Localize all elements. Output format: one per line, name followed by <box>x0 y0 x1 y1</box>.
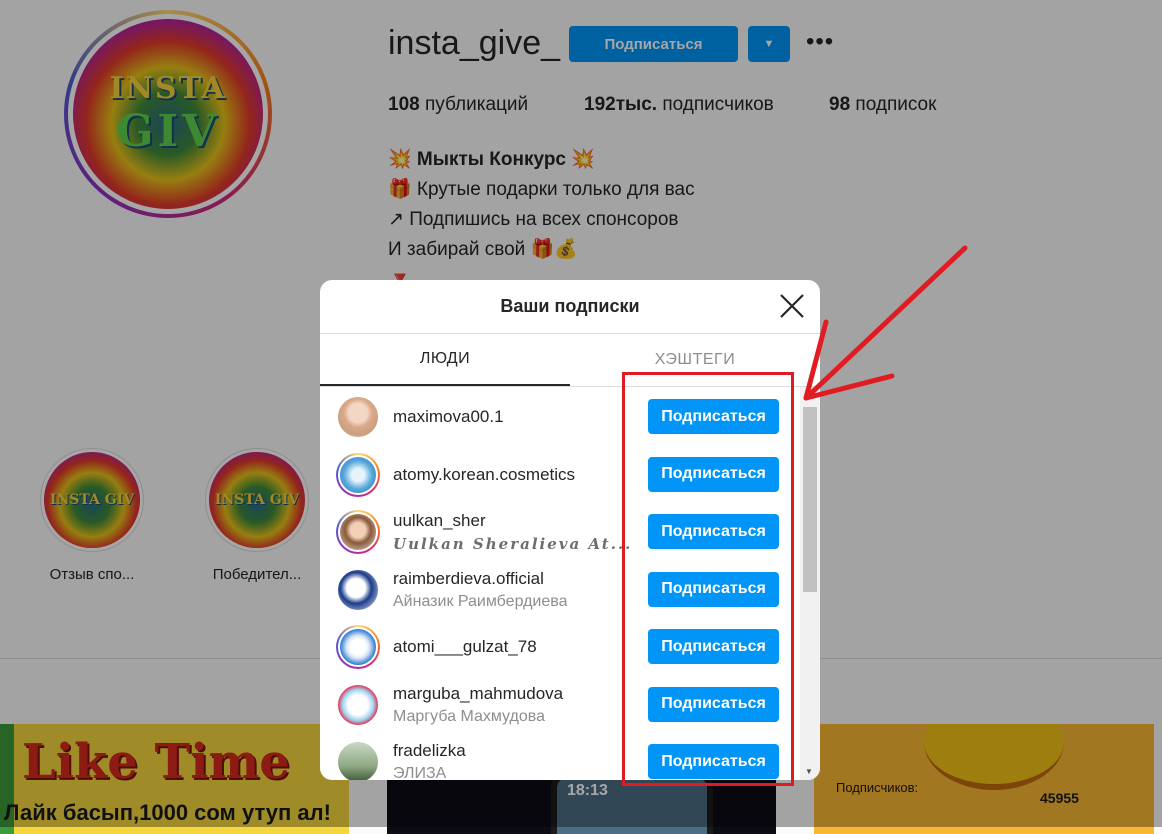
dialog-title: Ваши подписки <box>500 296 640 316</box>
avatar[interactable] <box>336 682 380 727</box>
avatar[interactable] <box>336 395 380 439</box>
avatar[interactable] <box>336 567 380 612</box>
list-username[interactable]: marguba_mahmudova <box>393 684 563 704</box>
list-username[interactable]: atomi___gulzat_78 <box>393 637 537 657</box>
list-fullname: Маргуба Махмудова <box>393 707 545 725</box>
list-username[interactable]: raimberdieva.official <box>393 569 544 589</box>
avatar[interactable] <box>336 625 380 669</box>
list-username[interactable]: fradelizka <box>393 741 466 761</box>
avatar[interactable] <box>336 510 380 554</box>
avatar[interactable] <box>336 452 380 497</box>
list-scrollbar[interactable]: ▼ <box>800 387 820 780</box>
dialog-header: Ваши подписки <box>320 280 820 334</box>
annotation-highlight-box <box>622 372 794 786</box>
list-username[interactable]: maximova00.1 <box>393 407 504 427</box>
avatar[interactable] <box>336 740 380 780</box>
tab-people[interactable]: ЛЮДИ <box>320 334 570 386</box>
list-fullname: Айназик Раимбердиева <box>393 592 568 610</box>
list-fullname: Uulkan Sheralieva At... <box>393 535 633 553</box>
scrollbar-thumb[interactable] <box>803 407 817 592</box>
list-username[interactable]: uulkan_sher <box>393 511 486 531</box>
scroll-down-arrow-icon[interactable]: ▼ <box>805 767 813 776</box>
close-icon[interactable] <box>778 292 806 320</box>
list-fullname: ЭЛИЗА <box>393 765 447 780</box>
list-username[interactable]: atomy.korean.cosmetics <box>393 465 575 485</box>
